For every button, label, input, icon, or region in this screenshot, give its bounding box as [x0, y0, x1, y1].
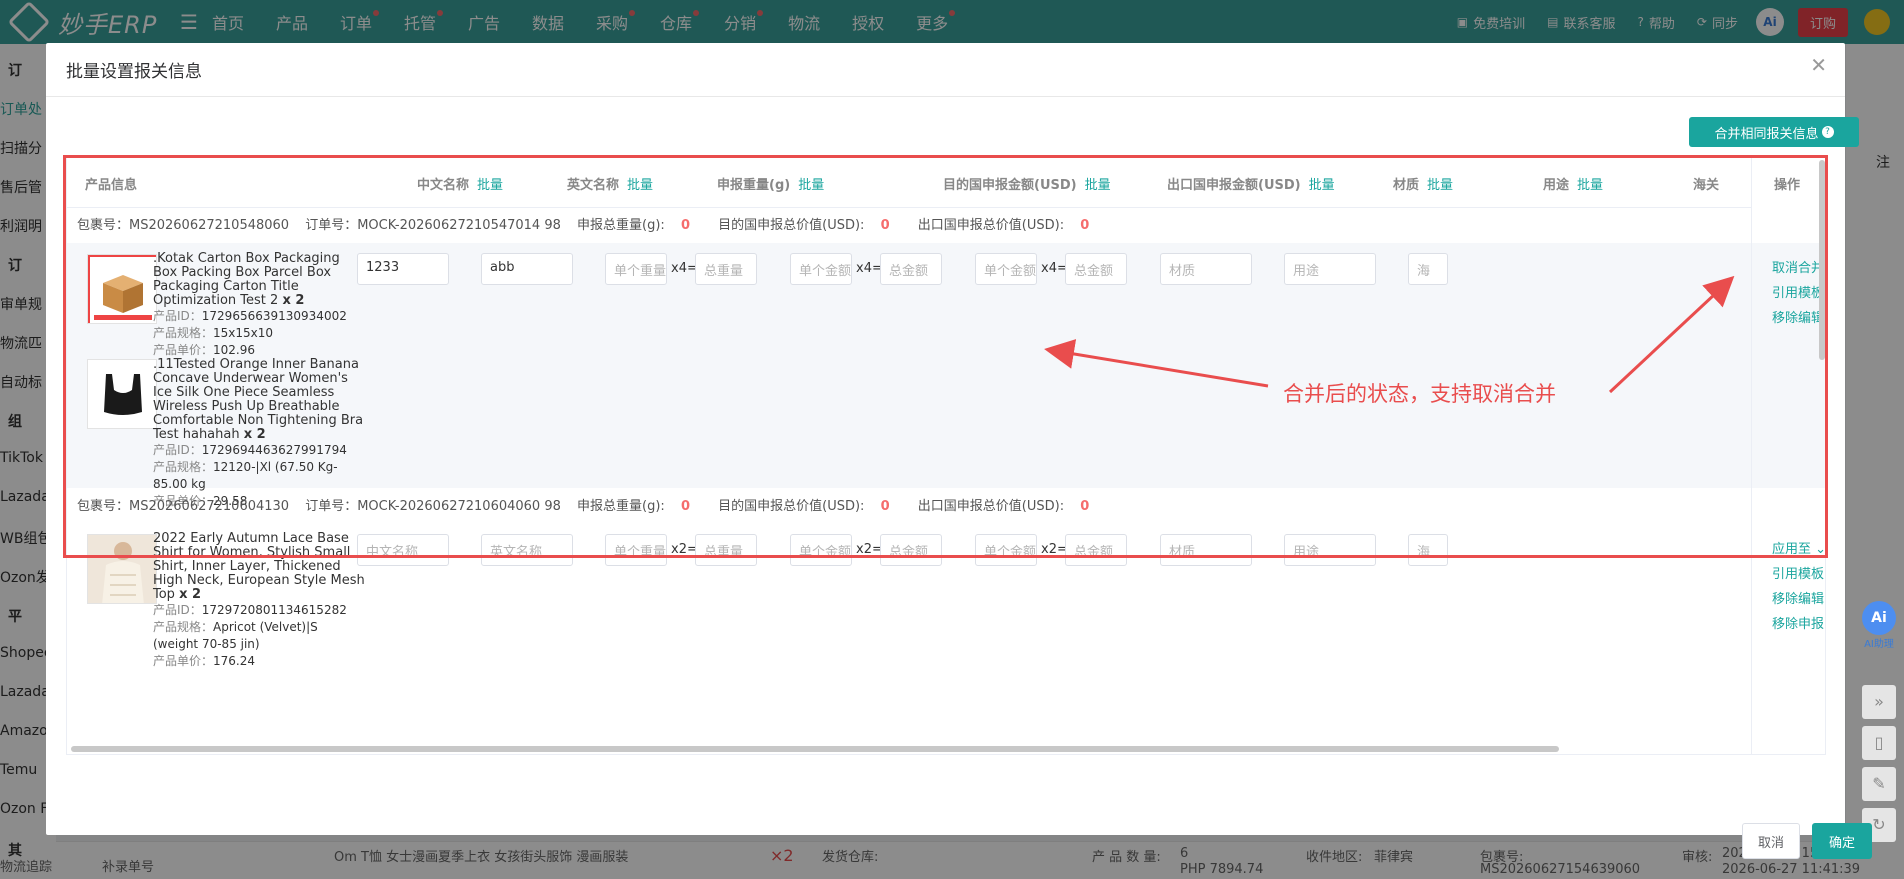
arrow-to-unmerge: [1608, 275, 1735, 394]
arrow-to-row: [1044, 339, 1269, 388]
annotation-text: 合并后的状态，支持取消合并: [1283, 382, 1556, 406]
annotation-arrows: [1044, 275, 1735, 394]
